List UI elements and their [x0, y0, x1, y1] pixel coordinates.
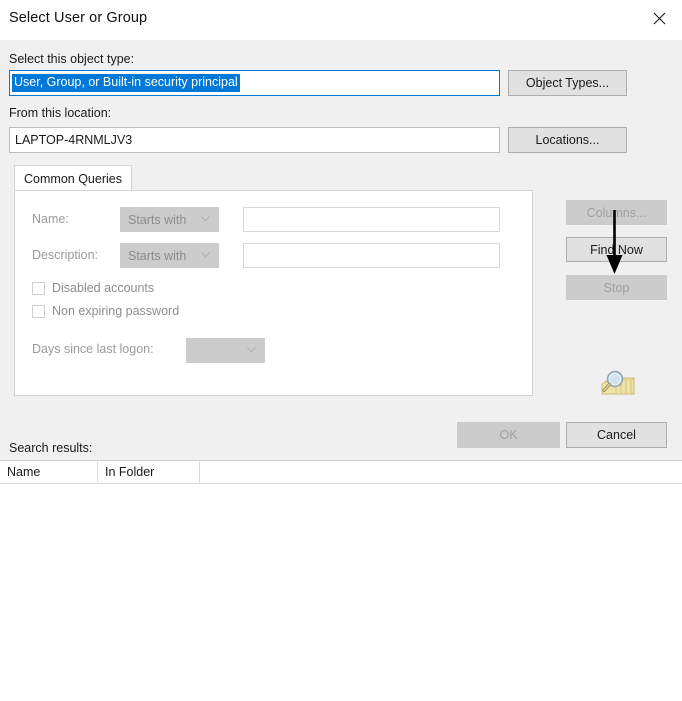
dialog-body: Select this object type: User, Group, or…: [0, 40, 682, 460]
column-header-in-folder[interactable]: In Folder: [98, 461, 200, 483]
locations-button[interactable]: Locations...: [508, 127, 627, 153]
disabled-accounts-checkbox-row[interactable]: Disabled accounts: [32, 281, 154, 295]
chevron-down-icon: [201, 216, 210, 222]
non-expiring-password-checkbox[interactable]: [32, 304, 45, 318]
description-condition-value: Starts with: [128, 248, 187, 263]
column-header-name[interactable]: Name: [0, 461, 98, 483]
chevron-down-icon: [247, 347, 256, 353]
description-input[interactable]: [243, 243, 500, 268]
results-list[interactable]: [0, 484, 682, 701]
results-column-header-row: Name In Folder: [0, 461, 682, 484]
title-bar: Select User or Group: [0, 0, 682, 40]
columns-button[interactable]: Columns...: [566, 200, 667, 225]
description-condition-select[interactable]: Starts with: [120, 243, 219, 268]
close-button[interactable]: [636, 0, 682, 36]
find-now-button[interactable]: Find Now: [566, 237, 667, 262]
window-title: Select User or Group: [9, 10, 148, 26]
object-type-input[interactable]: User, Group, or Built-in security princi…: [9, 70, 500, 96]
object-type-label: Select this object type:: [9, 52, 135, 66]
name-label: Name:: [32, 212, 69, 226]
disabled-accounts-checkbox[interactable]: [32, 281, 45, 295]
search-results-label: Search results:: [9, 441, 93, 455]
tab-common-queries[interactable]: Common Queries: [14, 165, 132, 191]
magnifier-folder-icon: [598, 368, 638, 402]
location-label: From this location:: [9, 106, 112, 120]
tab-strip: Common Queries: [14, 165, 533, 191]
object-types-button[interactable]: Object Types...: [508, 70, 627, 96]
name-condition-value: Starts with: [128, 212, 187, 227]
ok-button[interactable]: OK: [457, 422, 560, 448]
non-expiring-password-checkbox-row[interactable]: Non expiring password: [32, 304, 179, 318]
non-expiring-password-label: Non expiring password: [52, 304, 180, 318]
disabled-accounts-label: Disabled accounts: [52, 281, 155, 295]
days-since-last-logon-select[interactable]: [186, 338, 265, 363]
days-since-last-logon-label: Days since last logon:: [32, 342, 154, 356]
stop-button[interactable]: Stop: [566, 275, 667, 300]
cancel-button[interactable]: Cancel: [566, 422, 667, 448]
name-condition-select[interactable]: Starts with: [120, 207, 219, 232]
location-input[interactable]: LAPTOP-4RNMLJV3: [9, 127, 500, 153]
name-input[interactable]: [243, 207, 500, 232]
common-queries-panel: Name: Starts with Description: Starts wi…: [14, 190, 533, 396]
search-results-area: Name In Folder: [0, 460, 682, 701]
close-icon: [653, 12, 666, 25]
object-type-value: User, Group, or Built-in security princi…: [12, 74, 240, 92]
location-value: LAPTOP-4RNMLJV3: [15, 133, 133, 147]
chevron-down-icon: [201, 252, 210, 258]
description-label: Description:: [32, 248, 98, 262]
